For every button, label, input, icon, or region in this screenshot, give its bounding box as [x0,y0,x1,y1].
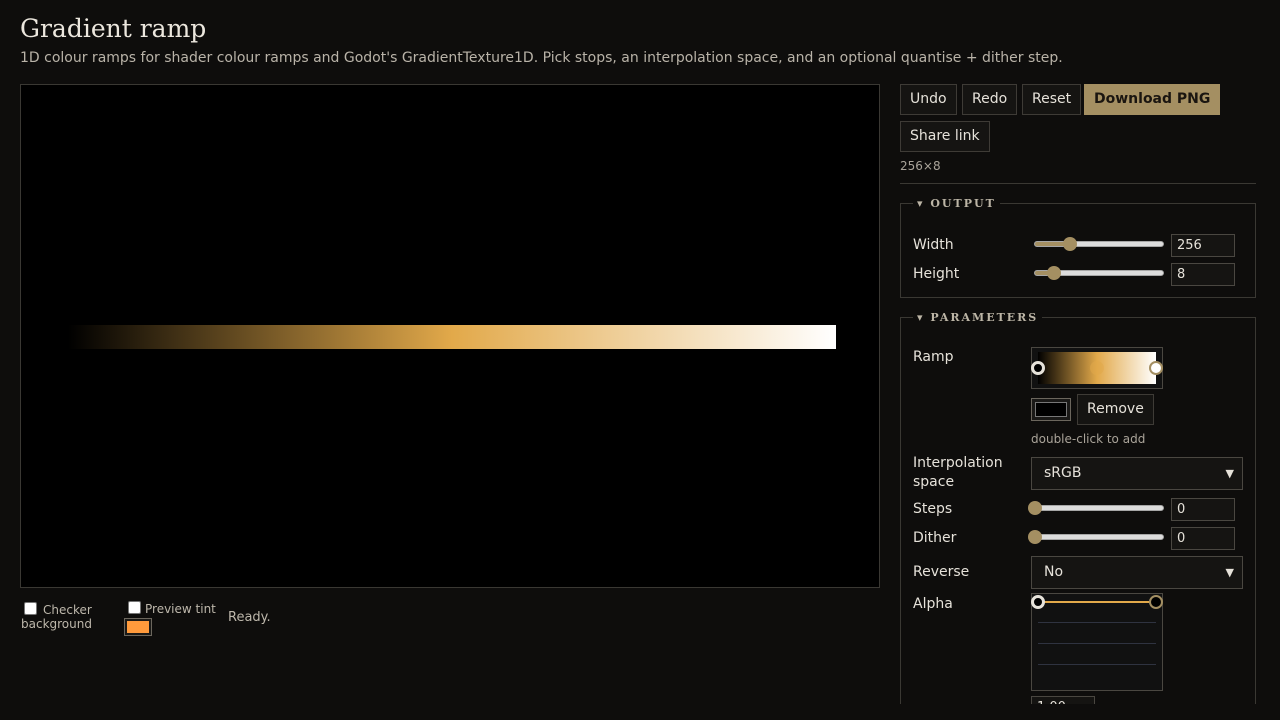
width-slider-thumb[interactable] [1062,237,1077,251]
gradient-preview-bar [68,325,836,349]
alpha-curve-line [1038,601,1156,603]
ramp-hint: double-click to add [1031,432,1146,446]
output-section: ▾ OUTPUT Width 256 Height 8 [900,197,1256,298]
checker-background-toggle[interactable]: Checker background [21,602,92,631]
chevron-down-icon: ▼ [1225,566,1234,579]
steps-input[interactable]: 0 [1171,498,1235,521]
dither-slider-thumb[interactable] [1028,530,1042,544]
ramp-label: Ramp [913,349,954,365]
height-slider-thumb[interactable] [1047,266,1062,280]
alpha-input[interactable]: 1.00 [1031,696,1095,704]
ramp-stop[interactable] [1149,361,1163,375]
interpolation-select[interactable]: sRGB ▼ [1031,457,1243,490]
reverse-select[interactable]: No ▼ [1031,556,1243,589]
download-png-button[interactable]: Download PNG [1084,84,1221,115]
steps-slider-thumb[interactable] [1028,501,1042,515]
reverse-value: No [1044,564,1064,580]
preview-tint-toggle[interactable]: Preview tint [128,601,216,616]
ramp-editor[interactable] [1031,347,1163,389]
parameters-section-legend[interactable]: ▾ PARAMETERS [913,311,1042,324]
preview-tint-color-picker[interactable] [124,618,152,636]
reverse-label: Reverse [913,564,970,580]
page-subtitle: 1D colour ramps for shader colour ramps … [20,50,1063,66]
preview-tint-color [127,621,149,633]
share-link-button[interactable]: Share link [900,121,990,152]
dither-slider[interactable] [1028,530,1164,544]
alpha-stop-end[interactable] [1149,595,1163,609]
settings-panel: Undo Redo Reset Download PNG Share link … [900,84,1256,704]
height-label: Height [913,266,960,282]
preview-tint-label: Preview tint [145,602,216,616]
gradient-preview-canvas [20,84,880,588]
ramp-stop[interactable] [1031,361,1045,375]
parameters-section: ▾ PARAMETERS Ramp Remove double-click to… [900,311,1256,704]
divider [900,183,1256,184]
redo-button[interactable]: Redo [962,84,1018,115]
steps-label: Steps [913,501,953,517]
page-title: Gradient ramp [20,14,207,43]
width-input[interactable]: 256 [1171,234,1235,257]
chevron-down-icon: ▼ [1225,467,1234,480]
height-slider[interactable] [1034,266,1164,280]
steps-slider[interactable] [1028,501,1164,515]
dither-input[interactable]: 0 [1171,527,1235,550]
stop-color [1035,402,1067,417]
checker-background-label: Checker background [21,603,92,631]
preview-tint-checkbox[interactable] [128,601,141,614]
alpha-label: Alpha [913,596,953,612]
output-section-legend[interactable]: ▾ OUTPUT [913,197,1000,210]
dither-label: Dither [913,530,957,546]
width-label: Width [913,237,954,253]
alpha-stop-start[interactable] [1031,595,1045,609]
output-dimensions: 256×8 [900,159,941,173]
alpha-curve-editor[interactable] [1031,593,1163,691]
width-slider[interactable] [1034,237,1164,251]
height-input[interactable]: 8 [1171,263,1235,286]
undo-button[interactable]: Undo [900,84,957,115]
reset-button[interactable]: Reset [1022,84,1082,115]
interpolation-value: sRGB [1044,465,1082,481]
ramp-stop[interactable] [1090,361,1104,375]
status-text: Ready. [228,610,271,625]
remove-stop-button[interactable]: Remove [1077,394,1154,425]
stop-color-picker[interactable] [1031,398,1071,421]
interpolation-label: Interpolation space [913,455,1003,490]
